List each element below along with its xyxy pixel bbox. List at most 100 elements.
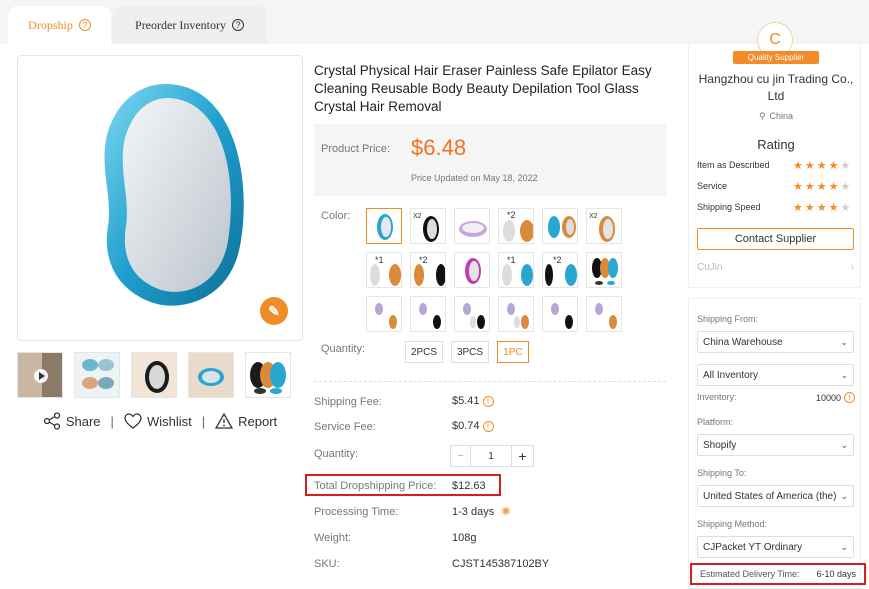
- quantity-stepper[interactable]: − 1 +: [450, 445, 534, 467]
- select-value: Shopify: [703, 439, 737, 451]
- platform-select[interactable]: Shopify ⌄: [697, 434, 854, 456]
- processing-time-label: Processing Time:: [314, 506, 399, 518]
- shipping-from-label: Shipping From:: [697, 314, 759, 324]
- separator: |: [201, 413, 206, 429]
- shipping-method-label: Shipping Method:: [697, 519, 768, 529]
- price-label: Product Price:: [321, 143, 391, 155]
- quality-supplier-badge: Quality Supplier: [733, 51, 819, 64]
- quantity-value[interactable]: 1: [471, 446, 511, 466]
- color-swatch[interactable]: [454, 208, 490, 244]
- wishlist-button[interactable]: Wishlist: [124, 413, 192, 429]
- color-swatch[interactable]: [542, 208, 578, 244]
- product-title: Crystal Physical Hair Eraser Painless Sa…: [314, 63, 652, 114]
- store-name: CuJin: [697, 262, 723, 273]
- image-search-icon[interactable]: ✎: [260, 297, 288, 325]
- share-actions: Share | Wishlist | Report: [17, 410, 303, 432]
- help-icon[interactable]: ?: [78, 19, 91, 31]
- color-swatch[interactable]: [366, 296, 402, 332]
- info-icon[interactable]: !: [482, 420, 494, 432]
- total-price: $12.63: [452, 480, 486, 492]
- contact-supplier-button[interactable]: Contact Supplier: [697, 228, 854, 250]
- color-swatch[interactable]: [542, 296, 578, 332]
- color-swatch[interactable]: X2: [586, 208, 622, 244]
- color-swatch[interactable]: [366, 208, 402, 244]
- increment-button[interactable]: +: [511, 446, 533, 466]
- color-swatch[interactable]: [454, 252, 490, 288]
- color-swatch[interactable]: *2: [410, 252, 446, 288]
- tab-label: Dropship: [28, 17, 73, 32]
- sparkle-icon: ✺: [501, 506, 511, 518]
- shipping-to-select[interactable]: United States of America (the) ⌄: [697, 485, 854, 507]
- weight-value: 108g: [452, 532, 477, 544]
- sku-value: CJST145387102BY: [452, 558, 550, 570]
- select-value: All Inventory: [703, 369, 759, 381]
- supplier-store-link[interactable]: CuJin ›: [697, 262, 854, 273]
- rating-label: Item as Described: [697, 160, 770, 170]
- divider: [314, 381, 666, 382]
- svg-text:*2: *2: [419, 255, 428, 265]
- rating-row-service: Service ★★★★★: [697, 181, 857, 193]
- chevron-down-icon: ⌄: [840, 439, 848, 450]
- chevron-down-icon: ⌄: [840, 490, 848, 501]
- tab-dropship[interactable]: Dropship ?: [8, 6, 111, 44]
- estimated-delivery-label: Estimated Delivery Time:: [700, 569, 800, 579]
- product-price: $6.48: [411, 135, 467, 160]
- inventory-label: Inventory:: [697, 392, 737, 402]
- color-swatch[interactable]: *1: [366, 252, 402, 288]
- color-swatch[interactable]: [586, 296, 622, 332]
- shipping-fee-value: $5.41!: [452, 395, 494, 407]
- service-fee-label: Service Fee:: [314, 421, 376, 433]
- color-swatch[interactable]: [498, 296, 534, 332]
- report-label: Report: [238, 413, 278, 429]
- select-value: United States of America (the): [703, 490, 837, 502]
- heart-icon: [124, 413, 142, 429]
- shipping-method-select[interactable]: CJPacket YT Ordinary ⌄: [697, 536, 854, 558]
- separator: |: [110, 413, 114, 429]
- svg-text:*1: *1: [507, 255, 516, 265]
- help-icon[interactable]: ?: [231, 19, 244, 31]
- share-button[interactable]: Share: [43, 412, 101, 430]
- thumbnail-image[interactable]: [188, 352, 234, 398]
- decrement-button[interactable]: −: [451, 446, 471, 466]
- quantity-option-3pcs[interactable]: 3PCS: [451, 341, 489, 363]
- tab-preorder-inventory[interactable]: Preorder Inventory ?: [112, 6, 267, 44]
- shipping-fee-label: Shipping Fee:: [314, 396, 382, 408]
- report-button[interactable]: Report: [215, 413, 277, 429]
- quantity-option-2pcs[interactable]: 2PCS: [405, 341, 443, 363]
- color-swatch[interactable]: [454, 296, 490, 332]
- supplier-location: ⚲ China: [697, 111, 855, 122]
- supplier-name[interactable]: Hangzhou cu jin Trading Co., Ltd: [697, 71, 855, 105]
- location-pin-icon: ⚲: [758, 111, 766, 121]
- star-rating: ★★★★★: [793, 160, 853, 172]
- price-panel: [314, 124, 666, 196]
- color-swatch[interactable]: *2: [542, 252, 578, 288]
- star-rating: ★★★★★: [793, 202, 853, 214]
- thumbnail-image[interactable]: [245, 352, 291, 398]
- thumbnail-image[interactable]: [74, 352, 120, 398]
- rating-row-item-as-described: Item as Described ★★★★★: [697, 160, 857, 172]
- info-icon[interactable]: !: [482, 395, 494, 407]
- svg-text:X2: X2: [413, 213, 422, 220]
- shipping-from-select[interactable]: China Warehouse ⌄: [697, 331, 854, 353]
- info-icon[interactable]: !: [844, 392, 855, 403]
- inventory-row: Inventory: 10000!: [697, 392, 855, 403]
- inventory-select[interactable]: All Inventory ⌄: [697, 364, 854, 386]
- color-swatch[interactable]: *1: [498, 252, 534, 288]
- warning-icon: [215, 413, 234, 429]
- inventory-count: 10000: [815, 392, 841, 403]
- thumbnail-image[interactable]: [131, 352, 177, 398]
- tab-label: Preorder Inventory: [135, 17, 226, 32]
- color-swatch[interactable]: *2: [498, 208, 534, 244]
- main-product-image[interactable]: [17, 55, 303, 341]
- rating-row-shipping-speed: Shipping Speed ★★★★★: [697, 202, 857, 214]
- color-swatch[interactable]: [410, 296, 446, 332]
- quantity-option-1pc[interactable]: 1PC: [497, 341, 529, 363]
- chevron-down-icon: ⌄: [840, 541, 848, 552]
- shipping-fee: $5.41: [452, 395, 480, 407]
- color-swatch[interactable]: X2: [410, 208, 446, 244]
- star-rating: ★★★★★: [793, 181, 853, 193]
- share-icon: [43, 412, 60, 430]
- thumbnail-video[interactable]: [17, 352, 63, 398]
- chevron-down-icon: ⌄: [840, 336, 848, 347]
- color-swatch[interactable]: [586, 252, 622, 288]
